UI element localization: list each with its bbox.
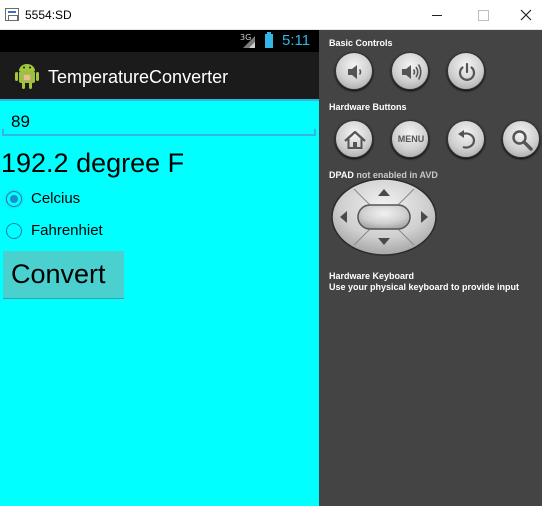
menu-button[interactable]: MENU <box>391 120 429 158</box>
window-titlebar: 5554:SD <box>0 0 542 30</box>
radio-celsius[interactable] <box>6 191 22 207</box>
hardware-buttons-title: Hardware Buttons <box>329 102 407 112</box>
home-button[interactable] <box>335 120 373 158</box>
conversion-result: 192.2 degree F <box>1 148 185 178</box>
search-button[interactable] <box>502 120 540 158</box>
search-icon <box>512 130 533 151</box>
home-icon <box>344 130 366 149</box>
minimize-button[interactable] <box>414 0 460 30</box>
input-underline-right-tick <box>314 129 316 136</box>
window-app-icon <box>5 8 19 21</box>
back-button[interactable] <box>447 120 485 158</box>
volume-down-icon <box>348 65 362 79</box>
volume-down-button[interactable] <box>335 52 373 90</box>
battery-icon <box>265 32 273 48</box>
android-app-icon <box>15 64 39 89</box>
power-icon <box>458 62 476 81</box>
close-button[interactable] <box>500 0 542 30</box>
basic-controls-title: Basic Controls <box>329 38 393 48</box>
convert-button[interactable]: Convert <box>3 251 124 299</box>
radio-fahrenheit[interactable] <box>6 223 22 239</box>
back-icon <box>458 130 476 149</box>
status-time: 5:11 <box>282 32 311 49</box>
device-screen: 3G 5:11 TemperatureConverter 192.2 degre… <box>0 30 319 506</box>
close-icon <box>520 9 532 21</box>
status-bar: 3G 5:11 <box>0 30 319 52</box>
window-title: 5554:SD <box>25 8 72 22</box>
dpad[interactable] <box>330 177 438 257</box>
radio-celsius-label[interactable]: Celcius <box>31 190 80 207</box>
input-underline-left-tick <box>2 129 4 136</box>
power-button[interactable] <box>447 52 485 90</box>
emulator-controls-panel: Basic Controls Hardware Buttons MENU DPA… <box>319 30 542 506</box>
hardware-keyboard-note: Use your physical keyboard to provide in… <box>329 282 520 292</box>
volume-up-button[interactable] <box>391 52 429 90</box>
signal-3g-icon: 3G <box>240 33 256 49</box>
app-title: TemperatureConverter <box>48 67 229 87</box>
hardware-keyboard-section: Hardware Keyboard Use your physical keyb… <box>329 271 519 293</box>
menu-button-label: MENU <box>397 134 425 144</box>
hardware-keyboard-title: Hardware Keyboard <box>329 271 415 281</box>
action-bar: TemperatureConverter <box>0 52 319 101</box>
radio-fahrenheit-label[interactable]: Fahrenhiet <box>31 222 103 239</box>
temperature-input[interactable] <box>2 106 316 136</box>
volume-up-icon <box>402 64 422 80</box>
dpad-center[interactable] <box>357 204 411 230</box>
